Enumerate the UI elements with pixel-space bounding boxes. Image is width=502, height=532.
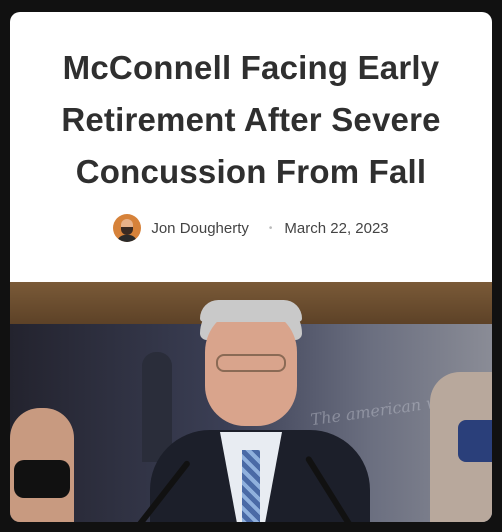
article-title[interactable]: McConnell Facing Early Retirement After … [10,12,492,198]
main-person-tie [242,450,260,522]
person-right-mask [458,420,492,462]
publish-date: March 22, 2023 [284,219,389,237]
author-avatar[interactable] [113,214,142,242]
main-person-glasses [216,354,286,372]
main-person-hair-top [200,300,302,322]
title-line-2: Retirement After Severe [61,101,441,138]
article-card: McConnell Facing Early Retirement After … [10,12,492,522]
title-line-1: McConnell Facing Early [62,49,440,86]
author-name[interactable]: Jon Dougherty [151,220,249,237]
avatar-body [117,235,138,242]
avatar-beard [121,227,134,235]
title-line-3: Concussion From Fall [75,153,427,190]
meta-separator: • [268,222,273,234]
article-meta: Jon Dougherty • March 22, 2023 [10,214,492,242]
person-left-mask [14,460,70,498]
capitol-dome-silhouette [142,352,172,462]
article-photo[interactable]: The american way [10,282,492,522]
